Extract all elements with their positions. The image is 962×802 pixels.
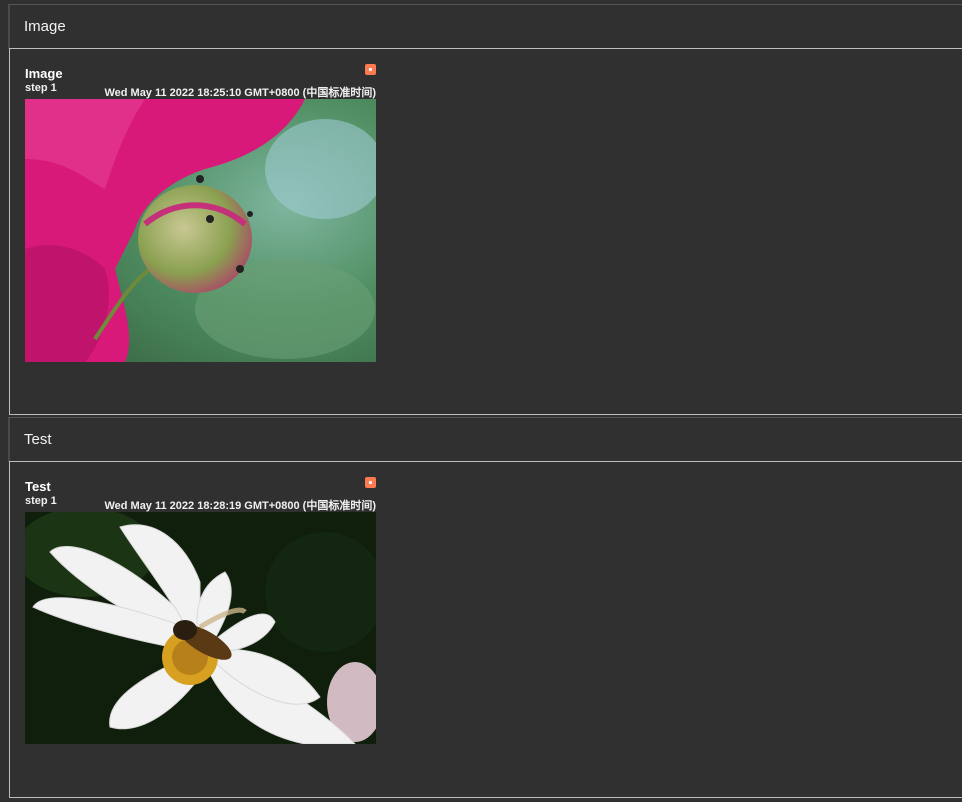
status-badge-icon[interactable] <box>365 477 376 488</box>
card-step: step 1 <box>25 495 57 507</box>
section-header-image[interactable]: Image <box>8 4 962 49</box>
section-panel-test: Test step 1 Wed May 11 2022 18:28:19 GMT… <box>9 461 962 798</box>
card-image-pink-flower[interactable] <box>25 99 376 362</box>
section-title: Test <box>24 431 52 448</box>
page: Image Image step 1 Wed May 11 2022 18:25… <box>0 0 962 802</box>
section-title: Image <box>24 18 66 35</box>
card-title: Image <box>25 66 63 81</box>
card-step: step 1 <box>25 82 57 94</box>
card-timestamp: Wed May 11 2022 18:28:19 GMT+0800 (中国标准时… <box>104 500 376 512</box>
status-badge-icon[interactable] <box>365 64 376 75</box>
card-title: Test <box>25 479 51 494</box>
section-header-test[interactable]: Test <box>8 417 962 462</box>
card-image-white-flower[interactable] <box>25 512 376 744</box>
section-panel-image: Image step 1 Wed May 11 2022 18:25:10 GM… <box>9 48 962 415</box>
card-timestamp: Wed May 11 2022 18:25:10 GMT+0800 (中国标准时… <box>104 87 376 99</box>
